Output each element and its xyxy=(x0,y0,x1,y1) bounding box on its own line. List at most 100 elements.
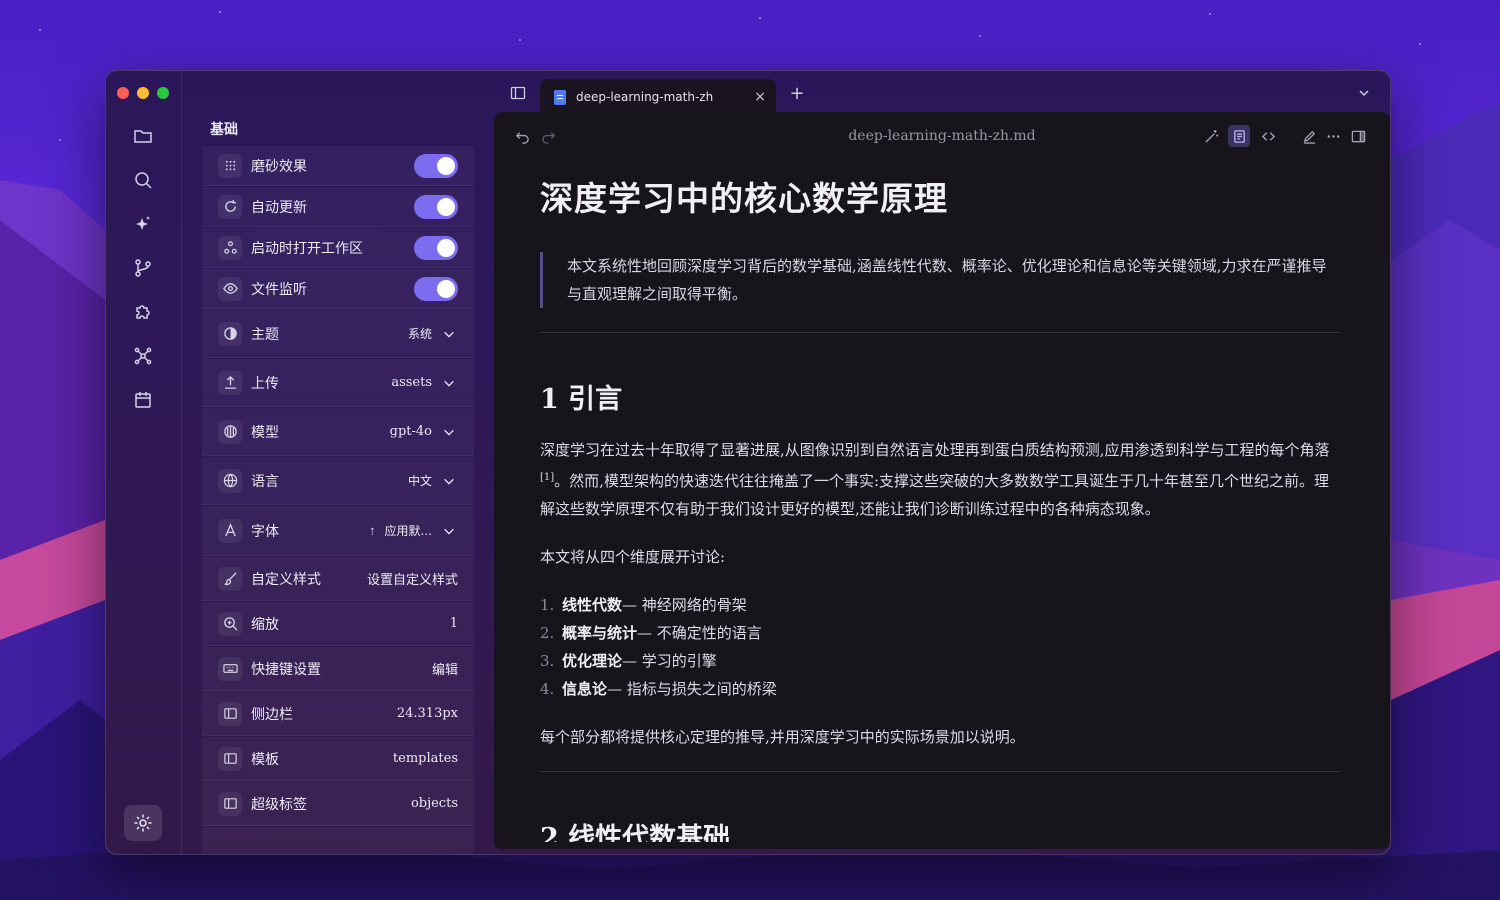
settings-row-value[interactable]: 24.313px xyxy=(397,706,458,721)
new-tab-icon[interactable]: + xyxy=(787,83,807,104)
settings-row-value[interactable]: templates xyxy=(393,751,458,766)
gear-icon[interactable] xyxy=(124,805,162,841)
settings-panel: 基础 磨砂效果自动更新启动时打开工作区 文件监听主题 系统上传 assets 模型 gpt… xyxy=(202,71,474,854)
settings-row-label: 语言 xyxy=(251,473,279,490)
settings-row-label: 上传 xyxy=(251,375,279,392)
select-value[interactable]: 中文 xyxy=(408,472,432,489)
settings-row-label: 模板 xyxy=(251,751,279,768)
paragraph: 本文将从四个维度展开讨论: xyxy=(540,548,726,566)
settings-row[interactable]: 文件监听 xyxy=(202,269,474,309)
ordered-list: 1. 线性代数 — 神经网络的骨架 2. 概率与统计 — 不确定性的语言 3. 优化理… xyxy=(540,591,1340,703)
settings-row-label: 模型 xyxy=(251,424,279,441)
tab-label: deep-learning-math-zh xyxy=(576,90,714,104)
settings-row[interactable]: 语言 中文 xyxy=(202,457,474,505)
divider xyxy=(540,771,1340,772)
settings-row[interactable]: 缩放 1 xyxy=(202,602,474,646)
section-heading: 1 引言 xyxy=(540,384,623,415)
search-icon[interactable] xyxy=(129,166,157,194)
settings-row-label: 文件监听 xyxy=(251,281,307,298)
nodes-icon xyxy=(218,235,242,260)
toggle-switch[interactable] xyxy=(414,276,458,301)
settings-row-label: 自动更新 xyxy=(251,199,307,216)
edit-icon[interactable] xyxy=(1299,126,1319,146)
app-window: 基础 磨砂效果自动更新启动时打开工作区 文件监听主题 系统上传 assets 模型 gpt… xyxy=(105,70,1391,855)
model-icon xyxy=(218,419,242,444)
settings-row[interactable]: 主题 系统 xyxy=(202,310,474,358)
contrast-icon xyxy=(218,321,242,346)
abstract-blockquote: 本文系统性地回顾深度学习背后的数学基础,涵盖线性代数、概率论、优化理论和信息论等… xyxy=(540,252,1330,308)
git-branch-icon[interactable] xyxy=(129,254,157,282)
tab-bar: deep-learning-math-zh × + xyxy=(494,71,1390,115)
upload-icon xyxy=(218,370,242,395)
puzzle-icon[interactable] xyxy=(129,298,157,326)
settings-row[interactable]: 侧边栏 24.313px xyxy=(202,692,474,736)
select-value[interactable]: 系统 xyxy=(408,325,432,342)
eye-icon xyxy=(218,276,242,301)
calendar-icon[interactable] xyxy=(129,386,157,414)
settings-row-partial xyxy=(202,827,474,854)
settings-row-value[interactable]: 设置自定义样式 xyxy=(367,569,458,588)
editor-filename: deep-learning-math-zh.md xyxy=(848,128,1036,144)
divider xyxy=(540,332,1340,333)
settings-row[interactable]: 模板 templates xyxy=(202,737,474,781)
settings-row[interactable]: 自定义样式 设置自定义样式 xyxy=(202,557,474,601)
list-item: 3. 优化理论 — 学习的引擎 xyxy=(540,652,717,670)
list-item: 2. 概率与统计 — 不确定性的语言 xyxy=(540,624,762,642)
sidebar-icon xyxy=(218,791,242,816)
chevron-down-icon[interactable] xyxy=(442,376,456,390)
settings-row[interactable]: 自动更新 xyxy=(202,187,474,227)
settings-row[interactable]: 模型 gpt-4o xyxy=(202,408,474,456)
code-view-icon[interactable] xyxy=(1258,126,1278,146)
magic-wand-icon[interactable] xyxy=(1201,126,1221,146)
settings-row-value[interactable]: 编辑 xyxy=(432,659,458,678)
preview-mode-icon[interactable] xyxy=(1228,125,1250,147)
settings-row[interactable]: 快捷键设置 编辑 xyxy=(202,647,474,691)
settings-row-value[interactable]: 1 xyxy=(450,616,458,631)
keyboard-icon xyxy=(218,656,242,681)
section-heading: 2 线性代数基础 xyxy=(540,823,731,842)
refresh-icon xyxy=(218,194,242,219)
list-item: 4. 信息论 — 指标与损失之间的桥梁 xyxy=(540,680,777,698)
close-tab-icon[interactable]: × xyxy=(754,89,766,105)
tab-active[interactable]: deep-learning-math-zh × xyxy=(540,79,776,115)
editor-pane: deep-learning-math-zh.md 深度学习中的核心数学原理 本文… xyxy=(494,112,1390,849)
document-content[interactable]: 深度学习中的核心数学原理 本文系统性地回顾深度学习背后的数学基础,涵盖线性代数、… xyxy=(540,172,1340,842)
paragraph: 深度学习在过去十年取得了显著进展,从图像识别到自然语言处理再到蛋白质结构预测,应… xyxy=(540,436,1340,523)
icon-rail xyxy=(106,71,182,854)
more-options-icon[interactable] xyxy=(1323,126,1343,146)
settings-row[interactable]: 字体 ⇡ 应用默... xyxy=(202,506,474,556)
toggle-switch[interactable] xyxy=(414,194,458,219)
chevron-down-icon[interactable] xyxy=(1354,83,1374,103)
editor-toolbar: deep-learning-math-zh.md xyxy=(494,112,1390,158)
settings-row[interactable]: 磨砂效果 xyxy=(202,146,474,186)
paragraph: 每个部分都将提供核心定理的推导,并用深度学习中的实际场景加以说明。 xyxy=(540,728,1025,746)
document-icon xyxy=(554,89,566,105)
settings-row[interactable]: 上传 assets xyxy=(202,359,474,407)
section-title: 基础 xyxy=(210,122,238,138)
settings-row-label: 侧边栏 xyxy=(251,706,293,723)
chevron-down-icon[interactable] xyxy=(442,327,456,341)
folder-icon[interactable] xyxy=(129,122,157,150)
select-value[interactable]: assets xyxy=(391,375,432,390)
right-sidebar-icon[interactable] xyxy=(1348,126,1368,146)
settings-row[interactable]: 超级标签 objects xyxy=(202,782,474,826)
settings-row-label: 快捷键设置 xyxy=(251,661,321,678)
graph-icon[interactable] xyxy=(129,342,157,370)
select-value[interactable]: ⇡ 应用默... xyxy=(368,522,432,539)
settings-row-label: 磨砂效果 xyxy=(251,158,307,175)
paragraph-text: 深度学习在过去十年取得了显著进展,从图像识别到自然语言处理再到蛋白质结构预测,应… xyxy=(540,441,1330,459)
chevron-down-icon[interactable] xyxy=(442,474,456,488)
upload-icon: ⇡ xyxy=(368,527,377,538)
toggle-sidebar-icon[interactable] xyxy=(508,83,528,103)
chevron-down-icon[interactable] xyxy=(442,524,456,538)
citation-ref[interactable]: [1] xyxy=(540,472,554,483)
settings-row-label: 启动时打开工作区 xyxy=(251,240,363,257)
sparkles-icon[interactable] xyxy=(129,210,157,238)
settings-row[interactable]: 启动时打开工作区 xyxy=(202,228,474,268)
toggle-switch[interactable] xyxy=(414,153,458,178)
select-value[interactable]: gpt-4o xyxy=(390,424,432,439)
settings-row-value[interactable]: objects xyxy=(411,796,458,811)
chevron-down-icon[interactable] xyxy=(442,425,456,439)
toggle-switch[interactable] xyxy=(414,235,458,260)
globe-icon xyxy=(218,468,242,493)
